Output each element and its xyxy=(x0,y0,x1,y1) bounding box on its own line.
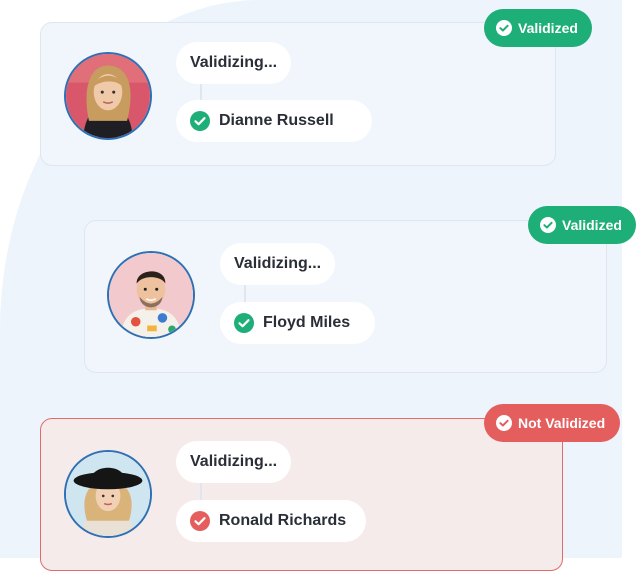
progress-text: Validizing... xyxy=(190,54,278,71)
progress-text: Validizing... xyxy=(190,453,278,470)
validizing-label: Validizing... xyxy=(176,42,291,84)
woman-hat-avatar xyxy=(66,452,150,536)
avatar xyxy=(64,52,152,140)
status-badge: Not Validized xyxy=(484,404,620,442)
status-badge: Validized xyxy=(528,206,636,244)
check-circle-icon xyxy=(496,415,512,431)
person-name: Ronald Richards xyxy=(219,512,347,529)
validizing-label: Validizing... xyxy=(176,441,291,483)
person-name: Dianne Russell xyxy=(219,112,334,129)
progress-text: Validizing... xyxy=(234,255,322,272)
validizing-label: Validizing... xyxy=(220,243,335,285)
person-name: Floyd Miles xyxy=(263,314,351,331)
woman-avatar xyxy=(66,54,150,138)
check-circle-icon xyxy=(540,217,556,233)
status-label: Not Validized xyxy=(518,415,606,431)
result-pill: Dianne Russell xyxy=(176,100,372,142)
result-pill: Floyd Miles xyxy=(220,302,375,344)
status-badge: Validized xyxy=(484,9,592,47)
connector-line xyxy=(200,481,202,501)
check-circle-icon xyxy=(190,511,210,531)
man-avatar xyxy=(109,253,193,337)
avatar xyxy=(64,450,152,538)
result-pill: Ronald Richards xyxy=(176,500,366,542)
status-label: Validized xyxy=(562,217,622,233)
check-circle-icon xyxy=(190,111,210,131)
status-label: Validized xyxy=(518,20,578,36)
check-circle-icon xyxy=(496,20,512,36)
check-circle-icon xyxy=(234,313,254,333)
connector-line xyxy=(244,282,246,302)
avatar xyxy=(107,251,195,339)
